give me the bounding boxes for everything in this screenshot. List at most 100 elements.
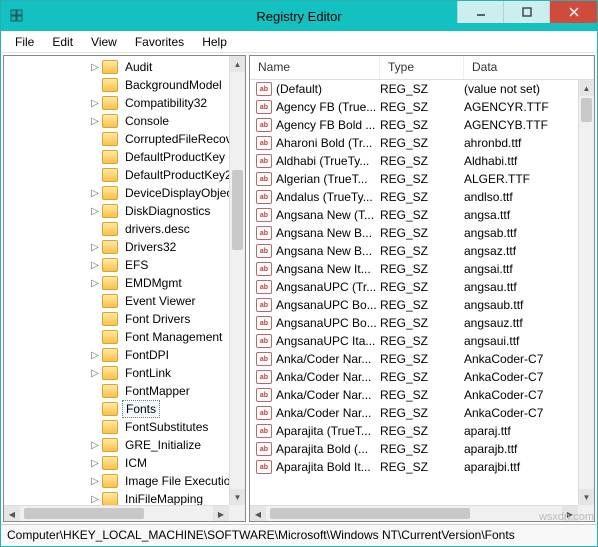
tree-item[interactable]: ▷Console — [4, 112, 229, 130]
list-row[interactable]: abAngsanaUPC (Tr...REG_SZangsau.ttf — [250, 278, 578, 296]
expand-icon[interactable]: ▷ — [88, 260, 102, 271]
tree-item[interactable]: ▷FontLink — [4, 364, 229, 382]
scroll-up-icon[interactable]: ▲ — [230, 56, 245, 72]
tree-item[interactable]: Event Viewer — [4, 292, 229, 310]
list-horizontal-scrollbar[interactable]: ◀ ▶ — [250, 505, 578, 521]
tree-item[interactable]: ▷EFS — [4, 256, 229, 274]
list-row[interactable]: abAnka/Coder Nar...REG_SZAnkaCoder-C7 — [250, 404, 578, 422]
value-data: andlso.ttf — [464, 190, 578, 204]
tree-horizontal-scrollbar[interactable]: ◀ ▶ — [4, 505, 229, 521]
list-row[interactable]: abAldhabi (TrueTy...REG_SZAldhabi.ttf — [250, 152, 578, 170]
list-row[interactable]: abAgency FB (True...REG_SZAGENCYR.TTF — [250, 98, 578, 116]
scroll-up-icon[interactable]: ▲ — [579, 80, 594, 96]
menu-edit[interactable]: Edit — [44, 33, 81, 51]
list-row[interactable]: abAlgerian (TrueT...REG_SZALGER.TTF — [250, 170, 578, 188]
scroll-right-icon[interactable]: ▶ — [562, 506, 578, 522]
list-row[interactable]: abAngsana New B...REG_SZangsaz.ttf — [250, 242, 578, 260]
value-name: AngsanaUPC Bo... — [276, 298, 380, 312]
tree-item[interactable]: FontSubstitutes — [4, 418, 229, 436]
list-row[interactable]: abAnka/Coder Nar...REG_SZAnkaCoder-C7 — [250, 350, 578, 368]
scroll-down-icon[interactable]: ▼ — [230, 489, 245, 505]
tree-item[interactable]: ▷Drivers32 — [4, 238, 229, 256]
tree-item[interactable]: ▷FontDPI — [4, 346, 229, 364]
tree-item[interactable]: ▷Image File Execution — [4, 472, 229, 490]
menu-help[interactable]: Help — [194, 33, 235, 51]
column-header-data[interactable]: Data — [464, 56, 594, 79]
scrollbar-thumb[interactable] — [24, 508, 144, 519]
list-row[interactable]: abAparajita (TrueT...REG_SZaparaj.ttf — [250, 422, 578, 440]
tree-item[interactable]: drivers.desc — [4, 220, 229, 238]
tree-item[interactable]: DefaultProductKey2 — [4, 166, 229, 184]
list-row[interactable]: abAngsana New It...REG_SZangsai.ttf — [250, 260, 578, 278]
list-row[interactable]: abAharoni Bold (Tr...REG_SZahronbd.ttf — [250, 134, 578, 152]
tree-item[interactable]: ▷GRE_Initialize — [4, 436, 229, 454]
scrollbar-thumb[interactable] — [270, 508, 470, 519]
list-row[interactable]: abAnka/Coder Nar...REG_SZAnkaCoder-C7 — [250, 368, 578, 386]
list-row[interactable]: abAnka/Coder Nar...REG_SZAnkaCoder-C7 — [250, 386, 578, 404]
tree-item[interactable]: Font Drivers — [4, 310, 229, 328]
value-data: AGENCYR.TTF — [464, 100, 578, 114]
expand-icon[interactable]: ▷ — [88, 98, 102, 109]
scroll-right-icon[interactable]: ▶ — [213, 506, 229, 522]
tree-item[interactable]: FontMapper — [4, 382, 229, 400]
list-row[interactable]: abAngsanaUPC Bo...REG_SZangsaub.ttf — [250, 296, 578, 314]
scrollbar-thumb[interactable] — [232, 170, 243, 250]
tree-item[interactable]: Font Management — [4, 328, 229, 346]
list-row[interactable]: abAngsanaUPC Bo...REG_SZangsauz.ttf — [250, 314, 578, 332]
string-value-icon: ab — [256, 316, 272, 330]
tree-item[interactable]: ▷DiskDiagnostics — [4, 202, 229, 220]
expand-icon[interactable]: ▷ — [88, 368, 102, 379]
list-vertical-scrollbar[interactable]: ▲ ▼ — [578, 80, 594, 505]
list-row[interactable]: abAngsana New B...REG_SZangsab.ttf — [250, 224, 578, 242]
menu-favorites[interactable]: Favorites — [127, 33, 192, 51]
scrollbar-thumb[interactable] — [581, 98, 592, 122]
scroll-down-icon[interactable]: ▼ — [579, 489, 594, 505]
tree-item[interactable]: BackgroundModel — [4, 76, 229, 94]
expand-icon[interactable]: ▷ — [88, 476, 102, 487]
list-row[interactable]: abAparajita Bold It...REG_SZaparajbi.ttf — [250, 458, 578, 476]
folder-icon — [102, 186, 118, 200]
tree-item[interactable]: ▷ICM — [4, 454, 229, 472]
expand-icon[interactable]: ▷ — [88, 188, 102, 199]
expand-icon[interactable]: ▷ — [88, 62, 102, 73]
string-value-icon: ab — [256, 154, 272, 168]
tree-item[interactable]: DefaultProductKey — [4, 148, 229, 166]
list-row[interactable]: abAngsanaUPC Ita...REG_SZangsaui.ttf — [250, 332, 578, 350]
value-name: Anka/Coder Nar... — [276, 388, 380, 402]
list-row[interactable]: ab(Default)REG_SZ(value not set) — [250, 80, 578, 98]
tree-item[interactable]: ▷Compatibility32 — [4, 94, 229, 112]
expand-icon[interactable]: ▷ — [88, 242, 102, 253]
string-value-icon: ab — [256, 442, 272, 456]
folder-icon — [102, 150, 118, 164]
scroll-left-icon[interactable]: ◀ — [250, 506, 266, 522]
expand-icon[interactable]: ▷ — [88, 440, 102, 451]
value-name: Angsana New (T... — [276, 208, 380, 222]
expand-icon[interactable]: ▷ — [88, 458, 102, 469]
expand-icon[interactable]: ▷ — [88, 116, 102, 127]
expand-icon[interactable]: ▷ — [88, 494, 102, 505]
minimize-button[interactable] — [457, 1, 503, 23]
scroll-left-icon[interactable]: ◀ — [4, 506, 20, 522]
expand-icon[interactable]: ▷ — [88, 206, 102, 217]
list-row[interactable]: abAngsana New (T...REG_SZangsa.ttf — [250, 206, 578, 224]
tree-item[interactable]: ▷DeviceDisplayObjec — [4, 184, 229, 202]
folder-icon — [102, 438, 118, 452]
list-row[interactable]: abAndalus (TrueTy...REG_SZandlso.ttf — [250, 188, 578, 206]
maximize-button[interactable] — [503, 1, 549, 23]
folder-icon — [102, 204, 118, 218]
tree-item[interactable]: ▷EMDMgmt — [4, 274, 229, 292]
list-row[interactable]: abAgency FB Bold ...REG_SZAGENCYB.TTF — [250, 116, 578, 134]
column-header-type[interactable]: Type — [380, 56, 464, 79]
expand-icon[interactable]: ▷ — [88, 278, 102, 289]
column-header-name[interactable]: Name — [250, 56, 380, 79]
menu-view[interactable]: View — [83, 33, 125, 51]
list-row[interactable]: abAparajita Bold (...REG_SZaparajb.ttf — [250, 440, 578, 458]
tree-item[interactable]: ▷IniFileMapping — [4, 490, 229, 505]
tree-item[interactable]: ▷Audit — [4, 58, 229, 76]
tree-item[interactable]: CorruptedFileRecov — [4, 130, 229, 148]
expand-icon[interactable]: ▷ — [88, 350, 102, 361]
menu-file[interactable]: File — [7, 33, 42, 51]
tree-vertical-scrollbar[interactable]: ▲ ▼ — [229, 56, 245, 505]
close-button[interactable] — [549, 1, 597, 23]
tree-item[interactable]: Fonts — [4, 400, 229, 418]
